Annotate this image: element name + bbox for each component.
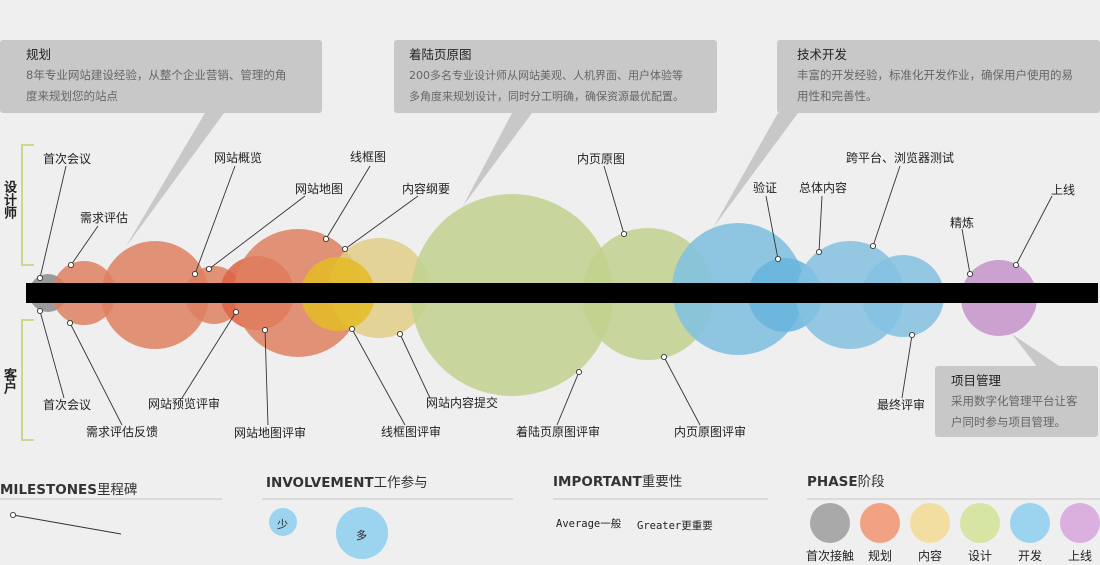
legend-phase-title: PHASE阶段 <box>807 470 885 490</box>
callout-planning-desc: 8年专业网站建设经验，从整个企业营销、管理的角 度来规划您的站点 <box>26 65 310 107</box>
callout-landing-title: 着陆页原图 <box>409 47 472 62</box>
legend-importance-en: IMPORTANT <box>553 474 642 490</box>
timeline-bar <box>26 283 1098 303</box>
callout-tech-desc-line: 丰富的开发经验，标准化开发作业，确保用户使用的易 <box>797 68 1073 82</box>
callout-tech-desc: 丰富的开发经验，标准化开发作业，确保用户使用的易 用性和完善性。 <box>797 65 1088 107</box>
label-inner-review: 内页原图评审 <box>674 425 747 439</box>
label-site-preview-review: 网站预览评审 <box>148 397 221 411</box>
label-refine: 精炼 <box>950 216 975 230</box>
callout-tech-title: 技术开发 <box>797 47 848 62</box>
phase-swatch-5 <box>1060 503 1100 543</box>
callout-planning-desc-line: 度来规划您的站点 <box>26 89 118 103</box>
phase-swatch-1 <box>860 503 900 543</box>
designer-bracket <box>21 144 34 266</box>
label-overall-content: 总体内容 <box>799 181 848 195</box>
callout-pointer-planning <box>125 113 224 248</box>
side-label-designer: 设计师 <box>1 180 16 219</box>
legend-involvement-cn: 工作参与 <box>373 475 428 491</box>
involvement-less-label: 少 <box>277 518 288 531</box>
callout-pointer-pm <box>1012 334 1062 368</box>
callout-landing: 着陆页原图 200多名专业设计师从网站美观、人机界面、用户体验等 多角度来规划设… <box>394 40 717 113</box>
label-first-meeting-top: 首次会议 <box>43 152 92 166</box>
callout-tech-desc-line: 用性和完善性。 <box>797 89 878 103</box>
involvement-more-label: 多 <box>356 529 367 542</box>
label-wireframe-review: 线框图评审 <box>381 425 442 439</box>
label-final-review: 最终评审 <box>877 398 926 412</box>
callout-planning-desc-line: 8年专业网站建设经验，从整个企业营销、管理的角 <box>26 68 287 82</box>
label-inner-page: 内页原图 <box>577 152 626 166</box>
label-first-meeting-bottom: 首次会议 <box>43 398 92 412</box>
callout-pm-desc: 采用数字化管理平台让客 户同时参与项目管理。 <box>951 391 1086 433</box>
legend-phase-en: PHASE <box>807 474 858 490</box>
legend-involvement-en: INVOLVEMENT <box>266 475 374 491</box>
label-req-eval: 需求评估 <box>80 211 129 225</box>
legend-milestones-title: MILESTONES里程碑 <box>0 478 137 498</box>
milestone-legend-symbol <box>9 511 122 535</box>
legend-involvement-title: INVOLVEMENT工作参与 <box>266 471 428 491</box>
legend-milestones-cn: 里程碑 <box>96 482 138 498</box>
callout-landing-desc: 200多名专业设计师从网站美观、人机界面、用户体验等 多角度来规划设计，同时分工… <box>409 65 705 107</box>
callout-planning: 规划 8年专业网站建设经验，从整个企业营销、管理的角 度来规划您的站点 <box>0 40 322 113</box>
label-site-overview: 网站概览 <box>214 151 263 165</box>
importance-greater-label: Greater更重要 <box>637 520 713 532</box>
phase-swatch-3 <box>960 503 1000 543</box>
label-launch: 上线 <box>1051 183 1076 197</box>
callout-planning-title: 规划 <box>26 47 52 62</box>
phase-swatch-label: 上线 <box>1067 549 1092 563</box>
callout-pm-desc-line: 采用数字化管理平台让客 <box>951 394 1078 408</box>
legend-phase-cn: 阶段 <box>857 474 885 490</box>
label-cross-platform: 跨平台、浏览器测试 <box>846 151 955 165</box>
legend-importance-cn: 重要性 <box>641 474 683 490</box>
callout-pm-desc-line: 户同时参与项目管理。 <box>951 415 1066 429</box>
label-verify: 验证 <box>753 181 778 195</box>
side-label-client: 客户 <box>1 368 16 394</box>
callout-tech: 技术开发 丰富的开发经验，标准化开发作业，确保用户使用的易 用性和完善性。 <box>777 40 1100 113</box>
label-landing-review: 着陆页原图评审 <box>516 425 601 439</box>
phase-swatch-2 <box>910 503 950 543</box>
phase-swatch-0 <box>810 503 850 543</box>
label-wireframe: 线框图 <box>350 150 387 164</box>
callout-pointer-tech <box>713 113 798 228</box>
legend-milestones-en: MILESTONES <box>0 482 97 498</box>
client-bracket <box>21 319 34 441</box>
legend-importance-title: IMPORTANT重要性 <box>553 470 682 490</box>
label-site-map: 网站地图 <box>295 182 344 196</box>
label-content-submit: 网站内容提交 <box>426 396 499 410</box>
phase-swatch-4 <box>1010 503 1050 543</box>
label-content-outline: 内容纲要 <box>402 182 451 196</box>
callout-pointer-landing <box>463 113 532 206</box>
label-req-feedback: 需求评估反馈 <box>86 425 159 439</box>
callout-pm: 项目管理 采用数字化管理平台让客 户同时参与项目管理。 <box>935 366 1098 437</box>
label-site-map-review: 网站地图评审 <box>234 426 307 440</box>
callout-landing-desc-line: 多角度来规划设计，同时分工明确，确保资源最优配置。 <box>409 90 684 103</box>
callout-pm-title: 项目管理 <box>951 373 1002 388</box>
importance-average-label: Average一般 <box>556 518 622 530</box>
callout-landing-desc-line: 200多名专业设计师从网站美观、人机界面、用户体验等 <box>409 69 683 82</box>
